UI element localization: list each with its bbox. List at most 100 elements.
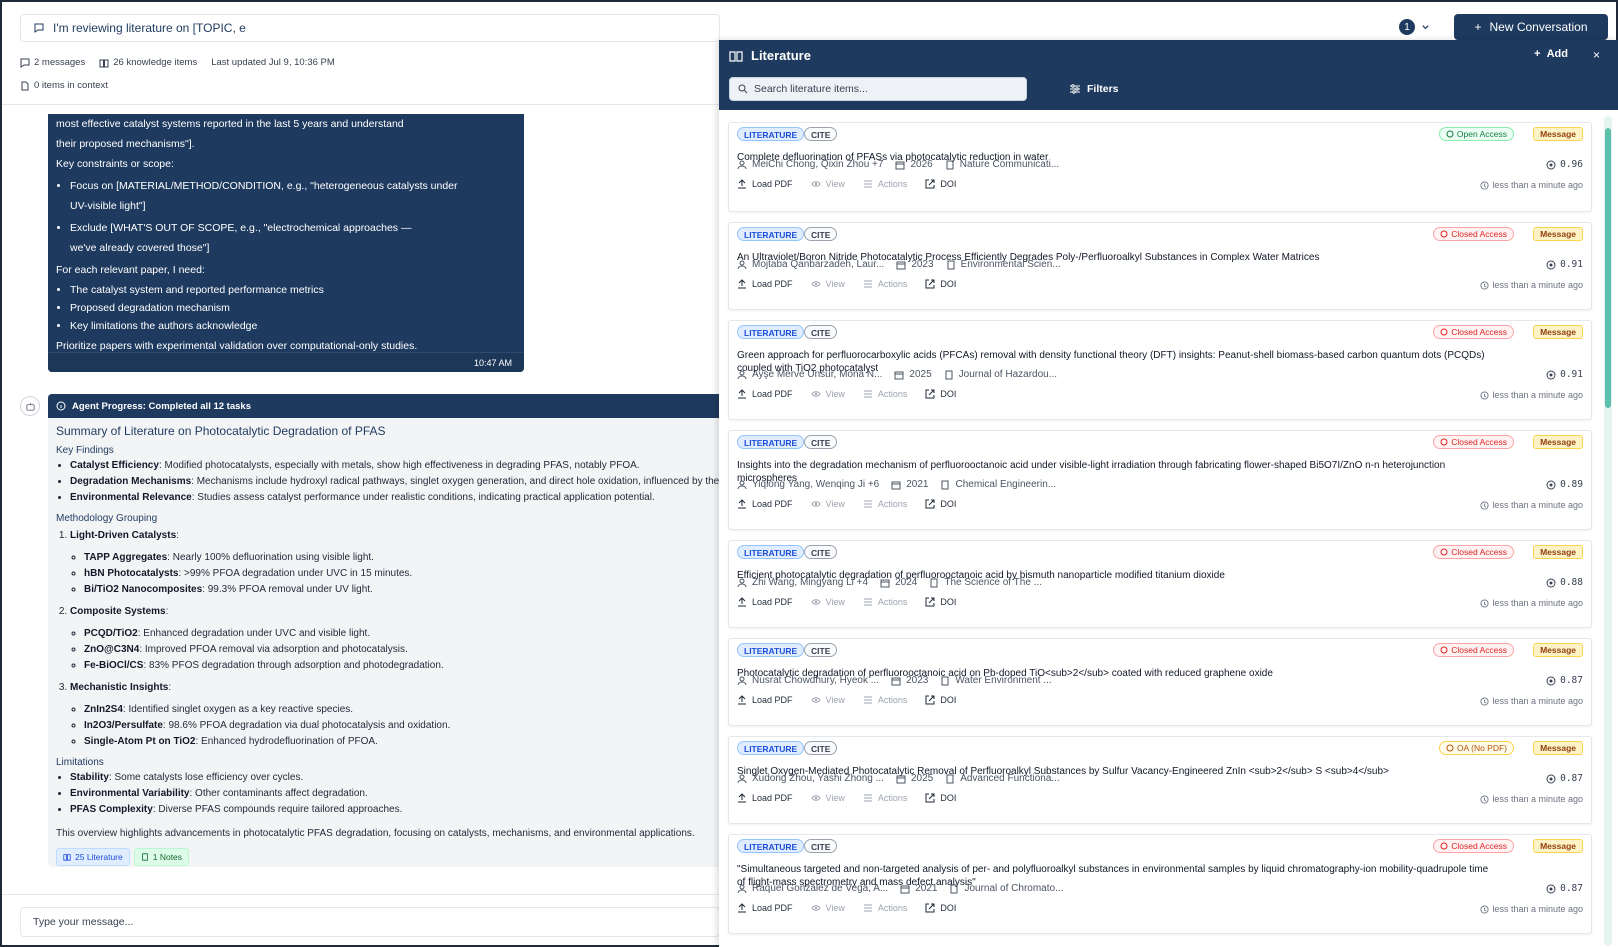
message-button[interactable]: Message xyxy=(1533,127,1583,141)
message-input[interactable]: Type your message... xyxy=(20,907,720,937)
message-button[interactable]: Message xyxy=(1533,435,1583,449)
doi-link[interactable]: DOI xyxy=(925,903,956,913)
literature-scrollbar[interactable] xyxy=(1604,116,1612,946)
literature-search-input[interactable]: Search literature items... xyxy=(729,77,1027,101)
view-button[interactable]: View xyxy=(810,179,845,189)
actions-button[interactable]: Actions xyxy=(863,389,907,399)
literature-chip[interactable]: 25 Literature xyxy=(56,848,130,866)
doi-link[interactable]: DOI xyxy=(925,499,956,509)
user-message: most effective catalyst systems reported… xyxy=(48,114,524,372)
doi-link[interactable]: DOI xyxy=(925,179,956,189)
literature-card[interactable]: LITERATURE CITE Closed Access Message Green … xyxy=(728,320,1592,420)
message-button[interactable]: Message xyxy=(1533,545,1583,559)
load-pdf-button[interactable]: Load PDF xyxy=(737,389,793,399)
cite-button[interactable]: CITE xyxy=(804,741,838,755)
list-icon xyxy=(863,794,872,802)
view-button[interactable]: View xyxy=(810,695,845,705)
access-icon xyxy=(1440,842,1448,850)
doi-link[interactable]: DOI xyxy=(925,597,956,607)
doi-link[interactable]: DOI xyxy=(925,793,956,803)
agent-progress-bar[interactable]: Agent Progress: Completed all 12 tasks xyxy=(48,394,728,418)
context-items: 0 items in context xyxy=(20,80,108,91)
load-pdf-button[interactable]: Load PDF xyxy=(737,695,793,705)
cite-button[interactable]: CITE xyxy=(804,839,838,853)
note-icon xyxy=(141,853,148,861)
message-button[interactable]: Message xyxy=(1533,643,1583,657)
external-link-icon xyxy=(925,695,935,705)
conversation-title-field[interactable]: I'm reviewing literature on [TOPIC, e xyxy=(20,14,720,42)
actions-button[interactable]: Actions xyxy=(863,695,907,705)
list-item: The catalyst system and reported perform… xyxy=(70,282,516,298)
card-actions: Load PDF View Actions DOI xyxy=(737,179,956,189)
scrollbar-thumb[interactable] xyxy=(1605,128,1611,408)
load-pdf-button[interactable]: Load PDF xyxy=(737,279,793,289)
cite-button[interactable]: CITE xyxy=(804,127,838,141)
doi-link[interactable]: DOI xyxy=(925,695,956,705)
literature-card[interactable]: LITERATURE CITE Open Access Message Complete… xyxy=(728,122,1592,212)
literature-card[interactable]: LITERATURE CITE Closed Access Message Insigh… xyxy=(728,430,1592,530)
load-pdf-button[interactable]: Load PDF xyxy=(737,903,793,913)
literature-card[interactable]: LITERATURE CITE OA (No PDF) Message Singlet … xyxy=(728,736,1592,824)
need-heading: For each relevant paper, I need: xyxy=(56,264,205,276)
authors: Xudong Zhou, Yashi Zhong ... xyxy=(752,773,884,784)
actions-button[interactable]: Actions xyxy=(863,597,907,607)
view-button[interactable]: View xyxy=(810,903,845,913)
doi-link[interactable]: DOI xyxy=(925,279,956,289)
load-pdf-button[interactable]: Load PDF xyxy=(737,499,793,509)
year: 2023 xyxy=(906,675,929,686)
actions-button[interactable]: Actions xyxy=(863,499,907,509)
message-button[interactable]: Message xyxy=(1533,227,1583,241)
list-item: Single-Atom Pt on TiO2: Enhanced hydrode… xyxy=(84,734,720,750)
view-button[interactable]: View xyxy=(810,499,845,509)
cite-button[interactable]: CITE xyxy=(804,643,838,657)
literature-meta: Raquel Gonzalez de Vega, A... 2021 Journal… xyxy=(737,883,1063,894)
year: 2023 xyxy=(911,259,934,270)
message-button[interactable]: Message xyxy=(1533,839,1583,853)
conversation-count-dropdown[interactable]: 1 xyxy=(1399,19,1430,35)
user-icon xyxy=(737,774,747,783)
notes-chip[interactable]: 1 Notes xyxy=(133,848,190,866)
cite-button[interactable]: CITE xyxy=(804,435,838,449)
actions-button[interactable]: Actions xyxy=(863,793,907,803)
literature-card[interactable]: LITERATURE CITE Closed Access Message Effici… xyxy=(728,540,1592,628)
view-button[interactable]: View xyxy=(810,597,845,607)
message-button[interactable]: Message xyxy=(1533,741,1583,755)
year: 2024 xyxy=(895,577,918,588)
eye-icon xyxy=(810,795,821,801)
list-item: Light-Driven Catalysts: TAPP Aggregates:… xyxy=(70,528,720,598)
add-literature-button[interactable]: + Add xyxy=(1534,48,1568,60)
top-bar: I'm reviewing literature on [TOPIC, e 1 … xyxy=(20,14,1608,42)
literature-card[interactable]: LITERATURE CITE Closed Access Message An Ult… xyxy=(728,222,1592,310)
load-pdf-button[interactable]: Load PDF xyxy=(737,793,793,803)
actions-button[interactable]: Actions xyxy=(863,279,907,289)
literature-card[interactable]: LITERATURE CITE Closed Access Message Photoc… xyxy=(728,638,1592,726)
cite-button[interactable]: CITE xyxy=(804,325,838,339)
upload-icon xyxy=(738,179,746,189)
actions-button[interactable]: Actions xyxy=(863,179,907,189)
journal-icon xyxy=(946,160,954,169)
new-conversation-button[interactable]: + New Conversation xyxy=(1454,14,1608,40)
list-icon xyxy=(863,180,872,188)
user-icon xyxy=(737,676,747,685)
journal-icon xyxy=(947,260,955,269)
cite-button[interactable]: CITE xyxy=(804,227,838,241)
view-button[interactable]: View xyxy=(810,389,845,399)
doi-link[interactable]: DOI xyxy=(925,389,956,399)
load-pdf-button[interactable]: Load PDF xyxy=(737,179,793,189)
view-button[interactable]: View xyxy=(810,279,845,289)
literature-tag: LITERATURE xyxy=(737,127,805,141)
literature-card[interactable]: LITERATURE CITE Closed Access Message "Simul… xyxy=(728,834,1592,934)
calendar-icon xyxy=(894,371,904,379)
chat-bubble-icon xyxy=(34,23,44,33)
literature-tag: LITERATURE xyxy=(737,545,805,559)
filters-button[interactable]: Filters xyxy=(1069,77,1119,101)
user-icon xyxy=(737,480,747,489)
book-icon xyxy=(63,854,71,861)
actions-button[interactable]: Actions xyxy=(863,903,907,913)
load-pdf-button[interactable]: Load PDF xyxy=(737,597,793,607)
access-icon xyxy=(1440,548,1448,556)
message-button[interactable]: Message xyxy=(1533,325,1583,339)
cite-button[interactable]: CITE xyxy=(804,545,838,559)
close-icon[interactable]: × xyxy=(1593,48,1600,62)
view-button[interactable]: View xyxy=(810,793,845,803)
